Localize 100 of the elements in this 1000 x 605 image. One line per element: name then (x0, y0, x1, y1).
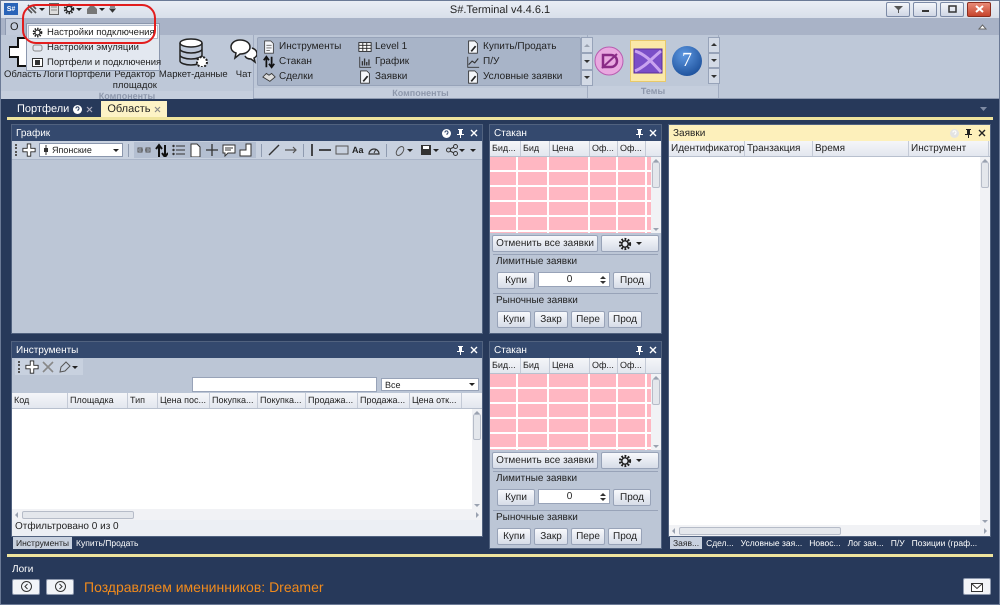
menu-item[interactable]: Настройки подключения (28, 25, 158, 39)
column-header[interactable]: Цена отк... (410, 393, 462, 408)
ribbon-button[interactable]: Портфели (66, 69, 111, 80)
close-icon[interactable] (978, 129, 986, 137)
column-header[interactable]: Площадка (68, 393, 128, 408)
gallery-item[interactable]: Заявки (375, 71, 408, 82)
help-icon[interactable] (442, 128, 451, 138)
maximize-button[interactable] (940, 2, 964, 17)
ribbon-tab[interactable]: О (5, 18, 24, 35)
vertical-scrollbar[interactable] (980, 157, 990, 525)
gallery-item[interactable]: График (375, 56, 410, 67)
settings-dropdown-button[interactable] (601, 452, 659, 469)
column-header[interactable]: Идентификатор (669, 141, 745, 156)
gallery-scrollbar[interactable] (581, 37, 593, 86)
gallery-item[interactable]: Стакан (279, 56, 312, 67)
cancel-all-button[interactable]: Отменить все заявки (492, 235, 598, 252)
document-tab[interactable]: Портфели (11, 101, 100, 117)
horizontal-scrollbar[interactable] (669, 525, 990, 536)
gallery-item[interactable]: Инструменты (279, 41, 342, 52)
order-button[interactable]: Пере (571, 528, 605, 545)
ruler-icon[interactable] (239, 143, 253, 157)
order-button[interactable]: Прод (608, 311, 642, 328)
gallery-item[interactable]: Level 1 (375, 41, 408, 52)
pin-icon[interactable] (457, 346, 464, 354)
mail-button[interactable] (963, 578, 991, 595)
collapse-ribbon-icon[interactable] (978, 22, 987, 30)
close-button[interactable] (967, 2, 991, 17)
rectangle-icon[interactable] (335, 143, 349, 157)
column-header[interactable]: Продажа... (306, 393, 358, 408)
order-button[interactable]: Купи (497, 528, 531, 545)
theme-option[interactable]: 7 (669, 40, 705, 82)
column-header[interactable]: Оф... (618, 141, 646, 156)
share-dropdown-button[interactable] (444, 143, 467, 157)
vertical-line-icon[interactable] (309, 143, 315, 157)
database-icon[interactable] (177, 37, 210, 67)
column-header[interactable]: Покупка... (210, 393, 258, 408)
buy-button[interactable]: Купи (497, 272, 535, 289)
ribbon-button[interactable]: Область (4, 69, 42, 80)
minimize-button[interactable] (913, 2, 937, 17)
market-filter-dropdown[interactable]: Все (381, 378, 479, 391)
panel-tab[interactable]: Инструменты (13, 537, 72, 549)
metro-theme-icon[interactable] (633, 46, 663, 76)
settings-dropdown-button[interactable] (601, 235, 659, 252)
panel-tab[interactable]: Новос... (806, 537, 844, 549)
document-tab[interactable]: Область (101, 101, 168, 117)
order-button[interactable]: Закр (534, 311, 568, 328)
vertical-scrollbar[interactable] (472, 409, 482, 509)
up-down-arrows-icon[interactable] (154, 143, 168, 157)
add-icon[interactable] (22, 143, 36, 157)
cancel-all-button[interactable]: Отменить все заявки (492, 452, 598, 469)
chart-style-dropdown[interactable]: Японские (39, 143, 123, 157)
panel-tab[interactable]: Купить/Продать (73, 537, 142, 549)
gallery-item[interactable]: Условные заявки (483, 71, 562, 82)
panel-tab[interactable]: Лог зая... (844, 537, 887, 549)
order-button[interactable]: Прод (608, 528, 642, 545)
office-theme-icon[interactable] (594, 46, 624, 76)
ribbon-button[interactable]: Чат (236, 69, 252, 80)
help-icon[interactable] (73, 104, 82, 114)
panel-tab[interactable]: П/У (888, 537, 908, 549)
seven-theme-icon[interactable]: 7 (672, 46, 702, 76)
column-header[interactable]: Покупка... (258, 393, 306, 408)
column-header[interactable]: Цена пос... (158, 393, 210, 408)
order-button[interactable]: Купи (497, 311, 531, 328)
ribbon-toggle-button[interactable] (886, 2, 910, 17)
previous-button[interactable] (12, 578, 40, 594)
column-header[interactable]: Тип (128, 393, 158, 408)
column-header[interactable]: Оф... (590, 141, 618, 156)
column-header[interactable]: Бид... (490, 141, 521, 156)
column-header[interactable]: Транзакция (745, 141, 813, 156)
column-header[interactable]: Оф... (618, 358, 646, 373)
pin-icon[interactable] (636, 346, 643, 354)
column-header[interactable]: Бид (521, 358, 550, 373)
buy-button[interactable]: Купи (497, 489, 535, 506)
gallery-scrollbar[interactable] (708, 37, 720, 84)
column-header[interactable]: Время (813, 141, 909, 156)
column-header[interactable]: Оф... (590, 358, 618, 373)
gallery-item[interactable]: Сделки (279, 71, 314, 82)
order-button[interactable]: Закр (534, 528, 568, 545)
panel-tab[interactable]: Сдел... (703, 537, 737, 549)
column-header[interactable]: Продажа... (358, 393, 410, 408)
column-header[interactable]: Код (12, 393, 68, 408)
column-header[interactable]: Цена (550, 358, 590, 373)
panel-tab[interactable]: Заяв... (670, 537, 702, 549)
vertical-scrollbar[interactable] (651, 374, 661, 450)
line-tool-icon[interactable] (267, 143, 281, 157)
text-tool[interactable]: Aa (352, 145, 364, 155)
menu-item[interactable]: Настройки эмуляции (28, 40, 158, 54)
horizontal-scrollbar[interactable] (12, 509, 482, 520)
panel-tab[interactable]: Позиции (граф... (908, 537, 980, 549)
menu-item[interactable]: Портфели и подключения (28, 55, 158, 69)
theme-option[interactable] (630, 40, 666, 82)
pin-icon[interactable] (965, 128, 972, 138)
list-icon[interactable] (171, 143, 185, 157)
column-header[interactable]: Инструмент (909, 141, 989, 156)
tabs-dropdown-icon[interactable] (980, 107, 987, 111)
pin-icon[interactable] (636, 128, 643, 138)
tag-dropdown-button[interactable] (57, 360, 80, 374)
search-field[interactable] (192, 377, 377, 392)
customize-dropdown-button[interactable] (107, 4, 118, 14)
column-header[interactable]: Бид... (490, 358, 521, 373)
